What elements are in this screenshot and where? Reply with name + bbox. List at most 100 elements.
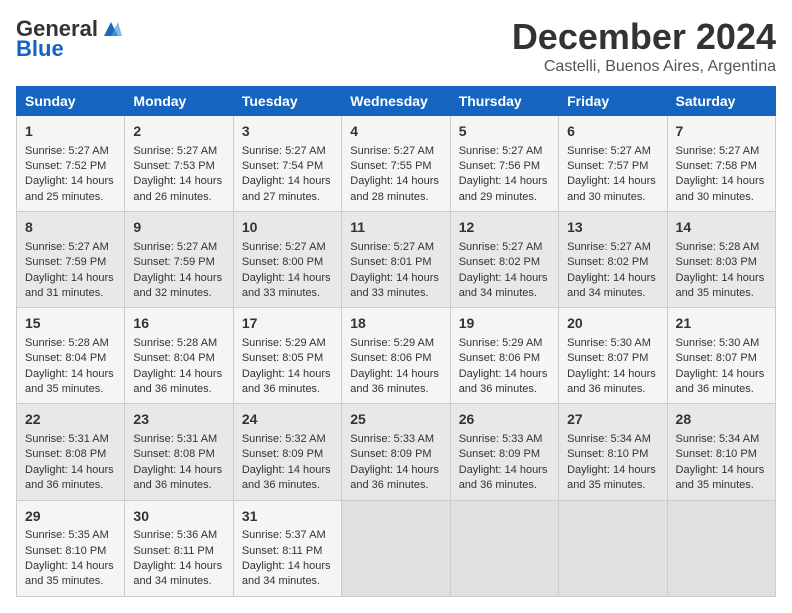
sunset-label: Sunset: 7:52 PM <box>25 160 106 172</box>
weekday-header-monday: Monday <box>125 87 233 116</box>
day-number: 11 <box>350 218 441 238</box>
calendar-cell: 25Sunrise: 5:33 AMSunset: 8:09 PMDayligh… <box>342 404 450 500</box>
weekday-header-friday: Friday <box>559 87 667 116</box>
calendar-cell <box>559 500 667 596</box>
sunset-label: Sunset: 8:01 PM <box>350 256 431 268</box>
day-number: 16 <box>133 314 224 334</box>
calendar-week-row: 1Sunrise: 5:27 AMSunset: 7:52 PMDaylight… <box>17 116 776 212</box>
sunrise-label: Sunrise: 5:30 AM <box>676 337 760 349</box>
day-number: 30 <box>133 507 224 527</box>
calendar-cell: 22Sunrise: 5:31 AMSunset: 8:08 PMDayligh… <box>17 404 125 500</box>
daylight-label: Daylight: 14 hours and 34 minutes. <box>242 560 331 587</box>
calendar-cell: 4Sunrise: 5:27 AMSunset: 7:55 PMDaylight… <box>342 116 450 212</box>
day-number: 31 <box>242 507 333 527</box>
calendar-cell: 1Sunrise: 5:27 AMSunset: 7:52 PMDaylight… <box>17 116 125 212</box>
calendar-cell: 16Sunrise: 5:28 AMSunset: 8:04 PMDayligh… <box>125 308 233 404</box>
calendar-cell <box>667 500 775 596</box>
calendar-cell: 26Sunrise: 5:33 AMSunset: 8:09 PMDayligh… <box>450 404 558 500</box>
day-number: 2 <box>133 122 224 142</box>
sunset-label: Sunset: 8:04 PM <box>25 352 106 364</box>
sunrise-label: Sunrise: 5:27 AM <box>133 241 217 253</box>
day-number: 27 <box>567 410 658 430</box>
sunrise-label: Sunrise: 5:28 AM <box>25 337 109 349</box>
sunset-label: Sunset: 8:03 PM <box>676 256 757 268</box>
sunrise-label: Sunrise: 5:27 AM <box>350 145 434 157</box>
sunrise-label: Sunrise: 5:27 AM <box>242 145 326 157</box>
calendar-cell: 9Sunrise: 5:27 AMSunset: 7:59 PMDaylight… <box>125 212 233 308</box>
weekday-header-saturday: Saturday <box>667 87 775 116</box>
month-title: December 2024 <box>512 16 776 58</box>
sunset-label: Sunset: 8:11 PM <box>242 545 323 557</box>
sunrise-label: Sunrise: 5:29 AM <box>350 337 434 349</box>
sunset-label: Sunset: 8:04 PM <box>133 352 214 364</box>
sunset-label: Sunset: 8:10 PM <box>676 448 757 460</box>
calendar-week-row: 22 Sunrise: 5:31 AM Sunset: 8:08 PM Dayligh… <box>17 404 776 500</box>
daylight-label: Daylight: 14 hours and 36 minutes. <box>133 368 222 395</box>
sunrise-label: Sunrise: 5:37 AM <box>242 529 326 541</box>
day-number: 3 <box>242 122 333 142</box>
daylight-label: Daylight: 14 hours and 34 minutes. <box>459 272 548 299</box>
day-number: 7 <box>676 122 767 142</box>
calendar-cell: 20Sunrise: 5:30 AMSunset: 8:07 PMDayligh… <box>559 308 667 404</box>
sunrise-label: Sunrise: 5:32 AM <box>242 433 326 445</box>
day-number: 22 <box>25 410 116 430</box>
weekday-header-wednesday: Wednesday <box>342 87 450 116</box>
sunrise-label: Sunrise: 5:33 AM <box>350 433 434 445</box>
calendar-cell: 13Sunrise: 5:27 AMSunset: 8:02 PMDayligh… <box>559 212 667 308</box>
calendar-week-row: 8Sunrise: 5:27 AMSunset: 7:59 PMDaylight… <box>17 212 776 308</box>
day-number: 15 <box>25 314 116 334</box>
sunrise-label: Sunrise: 5:27 AM <box>242 241 326 253</box>
sunset-label: Sunset: 7:55 PM <box>350 160 431 172</box>
weekday-header-row: SundayMondayTuesdayWednesdayThursdayFrid… <box>17 87 776 116</box>
day-number: 17 <box>242 314 333 334</box>
calendar-cell: 2Sunrise: 5:27 AMSunset: 7:53 PMDaylight… <box>125 116 233 212</box>
sunrise-label: Sunrise: 5:31 AM <box>133 433 217 445</box>
sunrise-label: Sunrise: 5:27 AM <box>459 145 543 157</box>
sunrise-label: Sunrise: 5:27 AM <box>676 145 760 157</box>
sunrise-label: Sunrise: 5:36 AM <box>133 529 217 541</box>
sunset-label: Sunset: 7:57 PM <box>567 160 648 172</box>
calendar-cell <box>342 500 450 596</box>
daylight-label: Daylight: 14 hours and 36 minutes. <box>676 368 765 395</box>
weekday-header-sunday: Sunday <box>17 87 125 116</box>
day-number: 10 <box>242 218 333 238</box>
day-number: 24 <box>242 410 333 430</box>
sunset-label: Sunset: 8:10 PM <box>567 448 648 460</box>
calendar-cell: 19Sunrise: 5:29 AMSunset: 8:06 PMDayligh… <box>450 308 558 404</box>
day-number: 28 <box>676 410 767 430</box>
sunrise-label: Sunrise: 5:27 AM <box>25 145 109 157</box>
sunset-label: Sunset: 7:54 PM <box>242 160 323 172</box>
calendar-cell: 10Sunrise: 5:27 AMSunset: 8:00 PMDayligh… <box>233 212 341 308</box>
daylight-label: Daylight: 14 hours and 35 minutes. <box>676 464 765 491</box>
daylight-label: Daylight: 14 hours and 35 minutes. <box>25 368 114 395</box>
calendar-cell: 15 Sunrise: 5:28 AM Sunset: 8:04 PM Dayligh… <box>17 308 125 404</box>
daylight-label: Daylight: 14 hours and 36 minutes. <box>459 368 548 395</box>
calendar-cell: 14Sunrise: 5:28 AMSunset: 8:03 PMDayligh… <box>667 212 775 308</box>
sunrise-label: Sunrise: 5:27 AM <box>567 145 651 157</box>
day-number: 18 <box>350 314 441 334</box>
calendar-cell: 5Sunrise: 5:27 AMSunset: 7:56 PMDaylight… <box>450 116 558 212</box>
day-number: 25 <box>350 410 441 430</box>
sunrise-label: Sunrise: 5:29 AM <box>242 337 326 349</box>
calendar-cell: 30Sunrise: 5:36 AMSunset: 8:11 PMDayligh… <box>125 500 233 596</box>
daylight-label: Daylight: 14 hours and 35 minutes. <box>676 272 765 299</box>
sunrise-label: Sunrise: 5:34 AM <box>676 433 760 445</box>
sunset-label: Sunset: 8:10 PM <box>25 545 106 557</box>
day-number: 19 <box>459 314 550 334</box>
daylight-label: Daylight: 14 hours and 33 minutes. <box>350 272 439 299</box>
daylight-label: Daylight: 14 hours and 34 minutes. <box>133 560 222 587</box>
sunrise-label: Sunrise: 5:27 AM <box>567 241 651 253</box>
calendar-cell: 6Sunrise: 5:27 AMSunset: 7:57 PMDaylight… <box>559 116 667 212</box>
day-number: 13 <box>567 218 658 238</box>
sunset-label: Sunset: 8:05 PM <box>242 352 323 364</box>
sunset-label: Sunset: 8:08 PM <box>133 448 214 460</box>
weekday-header-thursday: Thursday <box>450 87 558 116</box>
daylight-label: Daylight: 14 hours and 36 minutes. <box>350 464 439 491</box>
day-number: 26 <box>459 410 550 430</box>
daylight-label: Daylight: 14 hours and 29 minutes. <box>459 175 548 202</box>
daylight-label: Daylight: 14 hours and 36 minutes. <box>25 464 114 491</box>
title-area: December 2024 Castelli, Buenos Aires, Ar… <box>512 16 776 76</box>
calendar-cell: 11Sunrise: 5:27 AMSunset: 8:01 PMDayligh… <box>342 212 450 308</box>
logo-blue: Blue <box>16 36 64 62</box>
calendar-cell: 12Sunrise: 5:27 AMSunset: 8:02 PMDayligh… <box>450 212 558 308</box>
